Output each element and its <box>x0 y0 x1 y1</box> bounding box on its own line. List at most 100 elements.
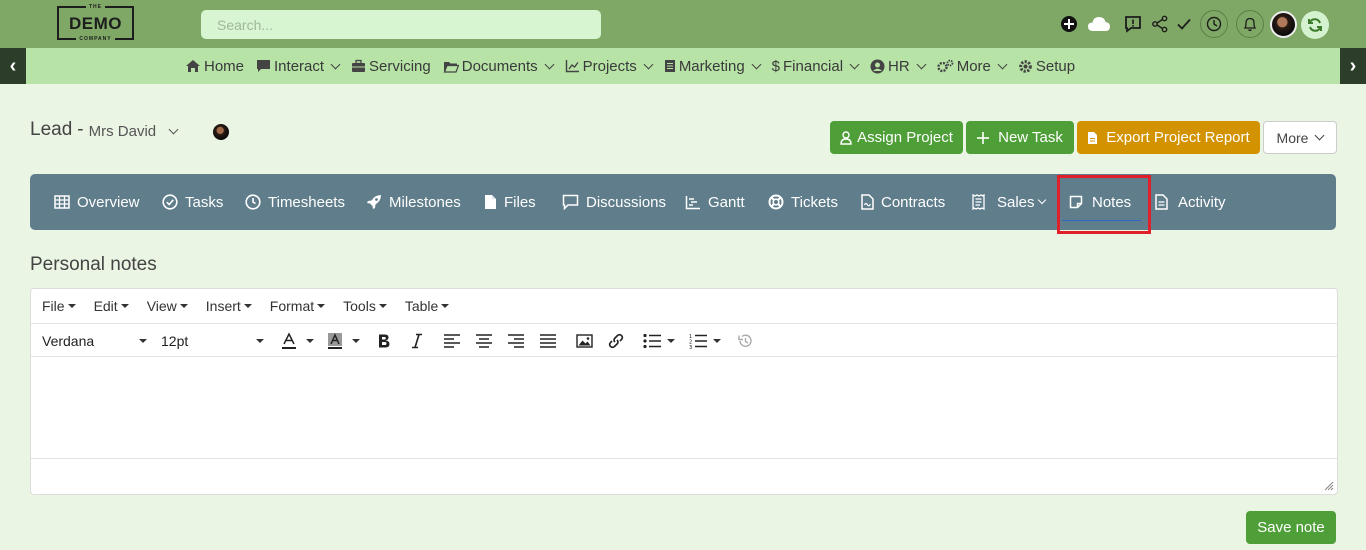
nav-item-documents[interactable]: Documents <box>443 48 555 84</box>
bullet-list-icon <box>643 333 661 348</box>
tab-sales[interactable]: Sales <box>972 174 1046 230</box>
company-logo[interactable]: THE DEMO COMPANY <box>57 4 134 42</box>
nav-next-button[interactable]: › <box>1340 48 1366 84</box>
cloud-icon[interactable] <box>1087 12 1111 36</box>
insert-link-button[interactable] <box>608 324 624 357</box>
font-family-select[interactable]: Verdana <box>42 324 147 357</box>
history-clock-icon[interactable] <box>1200 10 1228 38</box>
lead-separator: - <box>77 119 84 140</box>
tab-overview[interactable]: Overview <box>54 174 140 230</box>
nav-item-home[interactable]: Home <box>185 48 244 84</box>
bell-icon[interactable] <box>1236 10 1264 38</box>
italic-button[interactable] <box>410 324 424 357</box>
resize-handle-icon[interactable] <box>1324 481 1334 491</box>
nav-item-projects[interactable]: Projects <box>565 48 654 84</box>
lifebuoy-icon <box>768 194 784 210</box>
nav-item-more[interactable]: More <box>937 48 1008 84</box>
align-right-icon <box>508 333 524 348</box>
chevron-down-icon <box>1315 130 1325 141</box>
lead-name-dropdown[interactable]: Mrs David <box>89 123 157 140</box>
logo-company: COMPANY <box>76 36 115 42</box>
nav-label: More <box>956 57 991 75</box>
menu-edit[interactable]: Edit <box>94 298 129 314</box>
align-right-button[interactable] <box>508 324 524 357</box>
menu-insert[interactable]: Insert <box>206 298 252 314</box>
tab-label: Files <box>504 193 536 211</box>
nav-item-hr[interactable]: HR <box>870 48 927 84</box>
tab-tasks[interactable]: Tasks <box>162 174 223 230</box>
user-avatar[interactable] <box>1270 11 1297 38</box>
nav-item-marketing[interactable]: Marketing <box>664 48 762 84</box>
nav-item-interact[interactable]: Interact <box>256 48 341 84</box>
font-size-select[interactable]: 12pt <box>161 324 264 357</box>
tab-activity[interactable]: Activity <box>1155 174 1226 230</box>
menu-file[interactable]: File <box>42 298 76 314</box>
tab-discussions[interactable]: Discussions <box>562 174 666 230</box>
lead-avatar[interactable] <box>213 124 229 140</box>
align-left-button[interactable] <box>444 324 460 357</box>
insert-image-button[interactable] <box>576 324 593 357</box>
clock-icon <box>245 194 261 210</box>
background-color-button[interactable] <box>327 324 360 357</box>
new-task-label: New Task <box>998 129 1063 146</box>
menu-view[interactable]: View <box>147 298 188 314</box>
nav-label: Marketing <box>678 57 745 75</box>
more-dropdown-button[interactable]: More <box>1263 121 1337 154</box>
align-justify-button[interactable] <box>540 324 556 357</box>
search-input[interactable] <box>201 10 601 39</box>
chart-icon <box>565 60 579 73</box>
tab-files[interactable]: Files <box>484 174 536 230</box>
save-note-button[interactable]: Save note <box>1246 511 1336 544</box>
caret-down-icon <box>256 338 264 343</box>
caret-down-icon <box>378 304 387 308</box>
restore-draft-button[interactable] <box>737 324 753 357</box>
chevron-down-icon <box>643 59 654 69</box>
caret-down-icon <box>667 338 675 343</box>
caret-down-icon <box>67 304 76 308</box>
home-icon <box>186 60 200 72</box>
align-left-icon <box>444 333 460 348</box>
bullet-list-button[interactable] <box>643 324 675 357</box>
bold-button[interactable] <box>377 324 391 357</box>
text-color-button[interactable] <box>281 324 314 357</box>
nav-item-setup[interactable]: Setup <box>1018 48 1075 84</box>
assign-project-button[interactable]: Assign Project <box>830 121 963 154</box>
cogs-icon <box>937 59 954 73</box>
caret-down-icon <box>441 304 450 308</box>
menu-table[interactable]: Table <box>405 298 450 314</box>
align-center-button[interactable] <box>476 324 492 357</box>
tab-milestones[interactable]: Milestones <box>366 174 461 230</box>
file-icon <box>485 195 496 209</box>
tab-timesheets[interactable]: Timesheets <box>245 174 345 230</box>
menu-format[interactable]: Format <box>270 298 326 314</box>
tab-label: Sales <box>997 193 1035 211</box>
add-icon[interactable] <box>1057 12 1081 36</box>
nav-item-financial[interactable]: $ Financial <box>772 48 860 84</box>
menu-label: File <box>42 298 65 314</box>
highlight-box <box>1057 175 1151 234</box>
tab-tickets[interactable]: Tickets <box>768 174 838 230</box>
numbered-list-button[interactable]: 123 <box>689 324 721 357</box>
nav-item-servicing[interactable]: Servicing <box>351 48 431 84</box>
tab-label: Activity <box>1178 193 1226 211</box>
share-icon[interactable] <box>1148 12 1172 36</box>
check-circle-icon <box>162 194 178 210</box>
nav-label: Documents <box>461 57 538 75</box>
font-family-value: Verdana <box>42 332 95 349</box>
chevron-down-icon <box>916 59 927 69</box>
nav-label: Servicing <box>369 57 431 75</box>
menu-tools[interactable]: Tools <box>343 298 387 314</box>
tab-contracts[interactable]: Contracts <box>861 174 945 230</box>
nav-prev-button[interactable]: ‹ <box>0 48 26 84</box>
export-report-button[interactable]: Export Project Report <box>1077 121 1260 154</box>
editor-content-area[interactable] <box>31 358 1337 458</box>
tab-gantt[interactable]: Gantt <box>685 174 745 230</box>
sync-icon[interactable] <box>1301 11 1329 39</box>
briefcase-icon <box>352 59 366 72</box>
chevron-down-icon[interactable] <box>168 124 179 134</box>
check-icon[interactable] <box>1172 12 1196 36</box>
feedback-icon[interactable] <box>1121 12 1145 36</box>
text-color-icon <box>282 331 296 349</box>
folder-icon <box>443 61 459 73</box>
new-task-button[interactable]: New Task <box>966 121 1074 154</box>
